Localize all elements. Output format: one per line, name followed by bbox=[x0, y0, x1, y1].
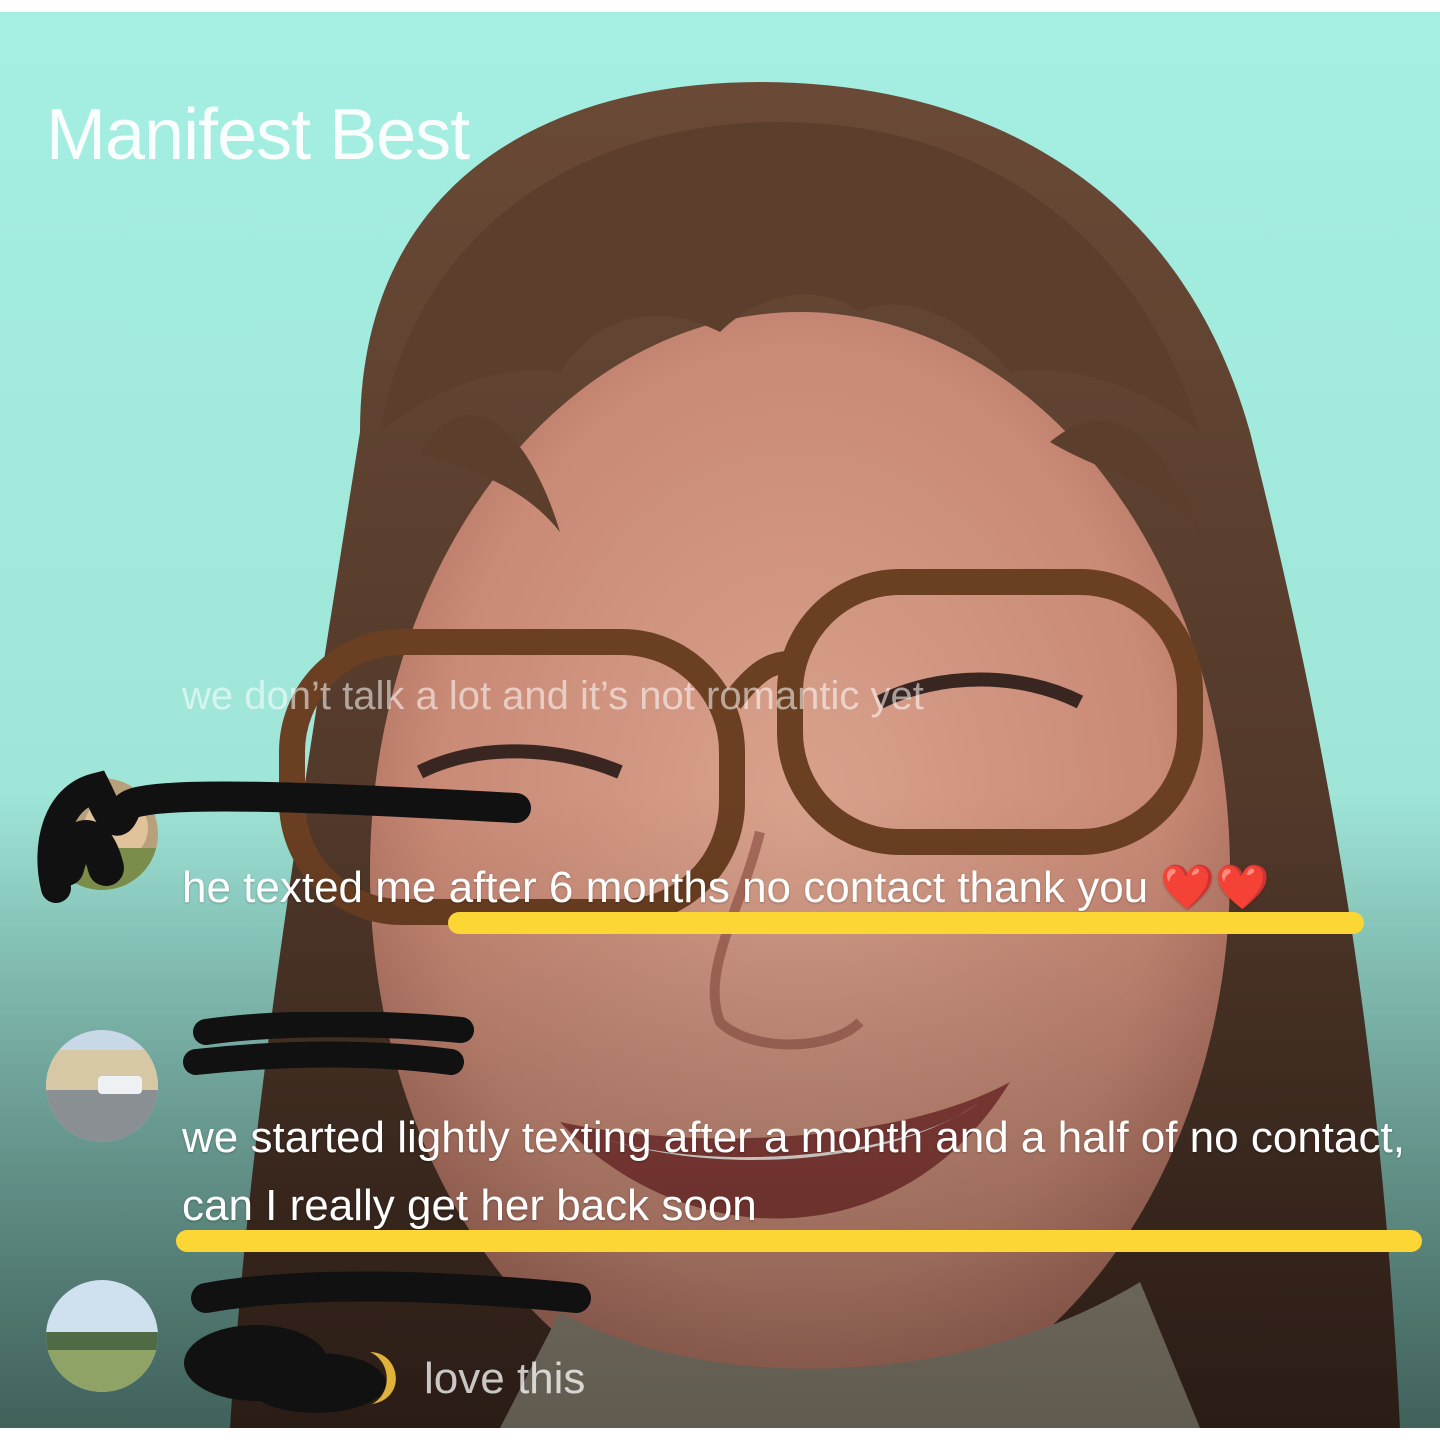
commenter-avatar[interactable] bbox=[46, 1280, 158, 1392]
moon-emoji bbox=[370, 1352, 396, 1404]
heart-emoji: ❤️❤️ bbox=[1160, 863, 1270, 912]
commenter-avatar[interactable] bbox=[46, 1030, 158, 1142]
redaction-scribble bbox=[183, 1012, 474, 1075]
caption-title: Manifest Best bbox=[46, 95, 470, 175]
video-caption: we don’t talk a lot and it’s not romanti… bbox=[182, 674, 924, 718]
comment-text: we started lightly texting after a month… bbox=[182, 1113, 1405, 1230]
avatar-image bbox=[46, 1030, 158, 1142]
screenshot-frame: Manifest Best we don’t talk a lot and it… bbox=[0, 12, 1440, 1428]
highlight-underline bbox=[448, 912, 1364, 934]
avatar-image bbox=[46, 1280, 158, 1392]
comment-text: love this bbox=[424, 1354, 586, 1403]
highlight-underline bbox=[176, 1230, 1422, 1252]
comment-body: he texted me after 6 months no contact t… bbox=[182, 863, 1149, 912]
